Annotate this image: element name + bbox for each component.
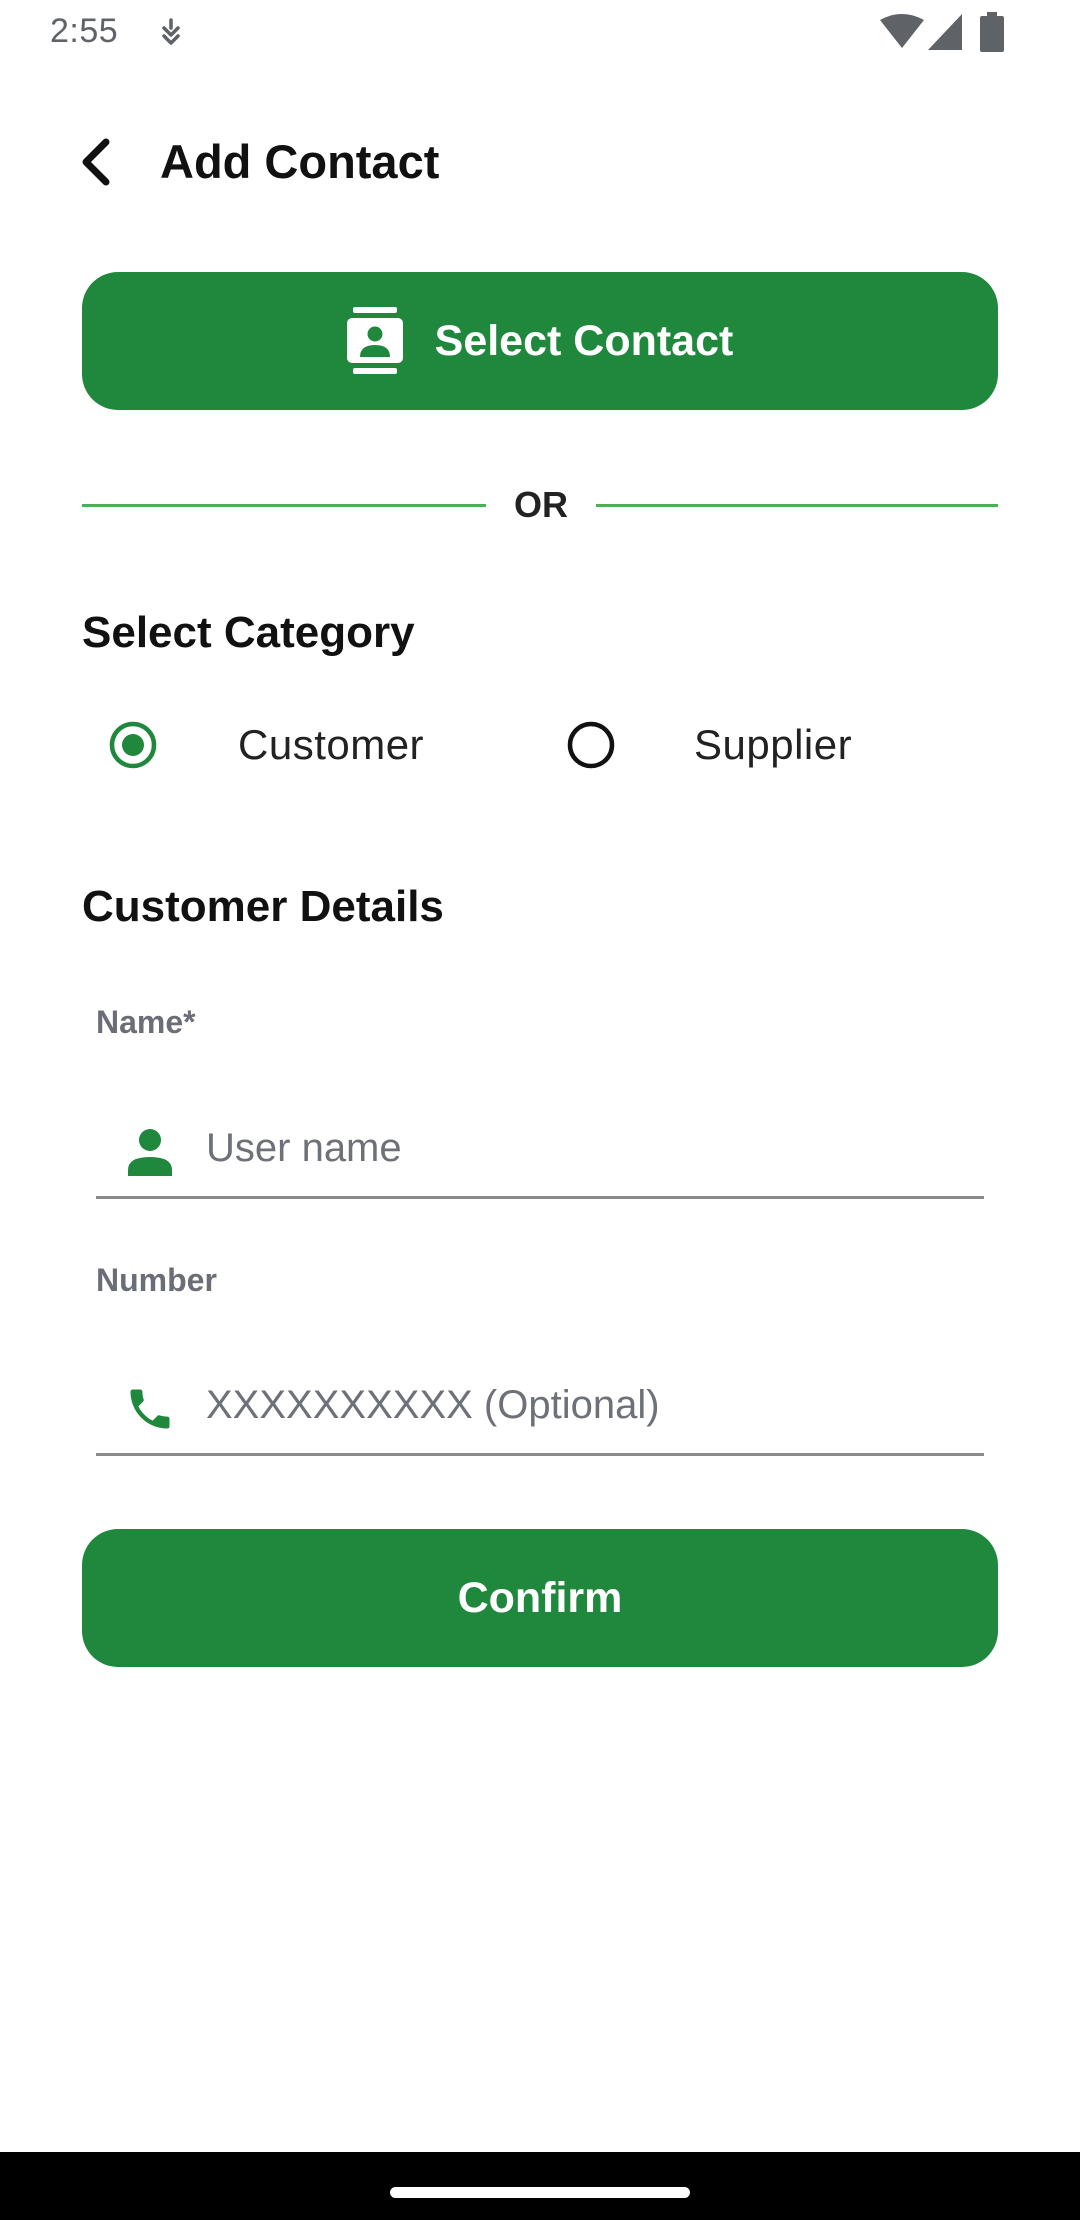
number-field-label: Number (96, 1262, 217, 1298)
home-indicator[interactable] (390, 2187, 690, 2198)
number-input[interactable] (206, 1373, 966, 1437)
name-field-label: Name* (96, 1004, 196, 1040)
divider-line-left (82, 504, 486, 507)
page-title: Add Contact (160, 135, 440, 188)
select-category-heading: Select Category (82, 608, 415, 657)
confirm-label: Confirm (457, 1573, 623, 1622)
select-contact-button[interactable]: Select Contact (82, 272, 998, 410)
select-contact-label: Select Contact (434, 316, 734, 365)
divider-line-right (596, 504, 998, 507)
back-button[interactable] (72, 134, 120, 190)
confirm-button[interactable]: Confirm (82, 1529, 998, 1667)
radio-unselected-icon (567, 721, 615, 769)
or-text: OR (514, 484, 568, 525)
name-input[interactable] (206, 1116, 966, 1180)
number-field (96, 1353, 984, 1456)
contacts-icon (346, 307, 403, 374)
status-time: 2:55 (50, 12, 119, 50)
radio-option-customer[interactable]: Customer (108, 712, 424, 778)
navigation-bar (0, 2152, 1080, 2220)
or-divider: OR (82, 480, 998, 530)
notification-icon (162, 18, 180, 45)
back-arrow-icon (82, 138, 110, 186)
customer-details-heading: Customer Details (82, 882, 444, 931)
person-icon (128, 1129, 172, 1176)
cellular-signal-icon (928, 14, 962, 50)
name-field (96, 1096, 984, 1199)
battery-icon (980, 12, 1004, 52)
radio-label-customer: Customer (238, 721, 425, 768)
radio-label-supplier: Supplier (694, 721, 853, 768)
status-bar: 2:55 (0, 0, 1080, 66)
radio-option-supplier[interactable]: Supplier (566, 712, 852, 778)
wifi-icon (880, 14, 924, 48)
phone-icon (130, 1389, 170, 1429)
radio-selected-icon (109, 721, 157, 769)
